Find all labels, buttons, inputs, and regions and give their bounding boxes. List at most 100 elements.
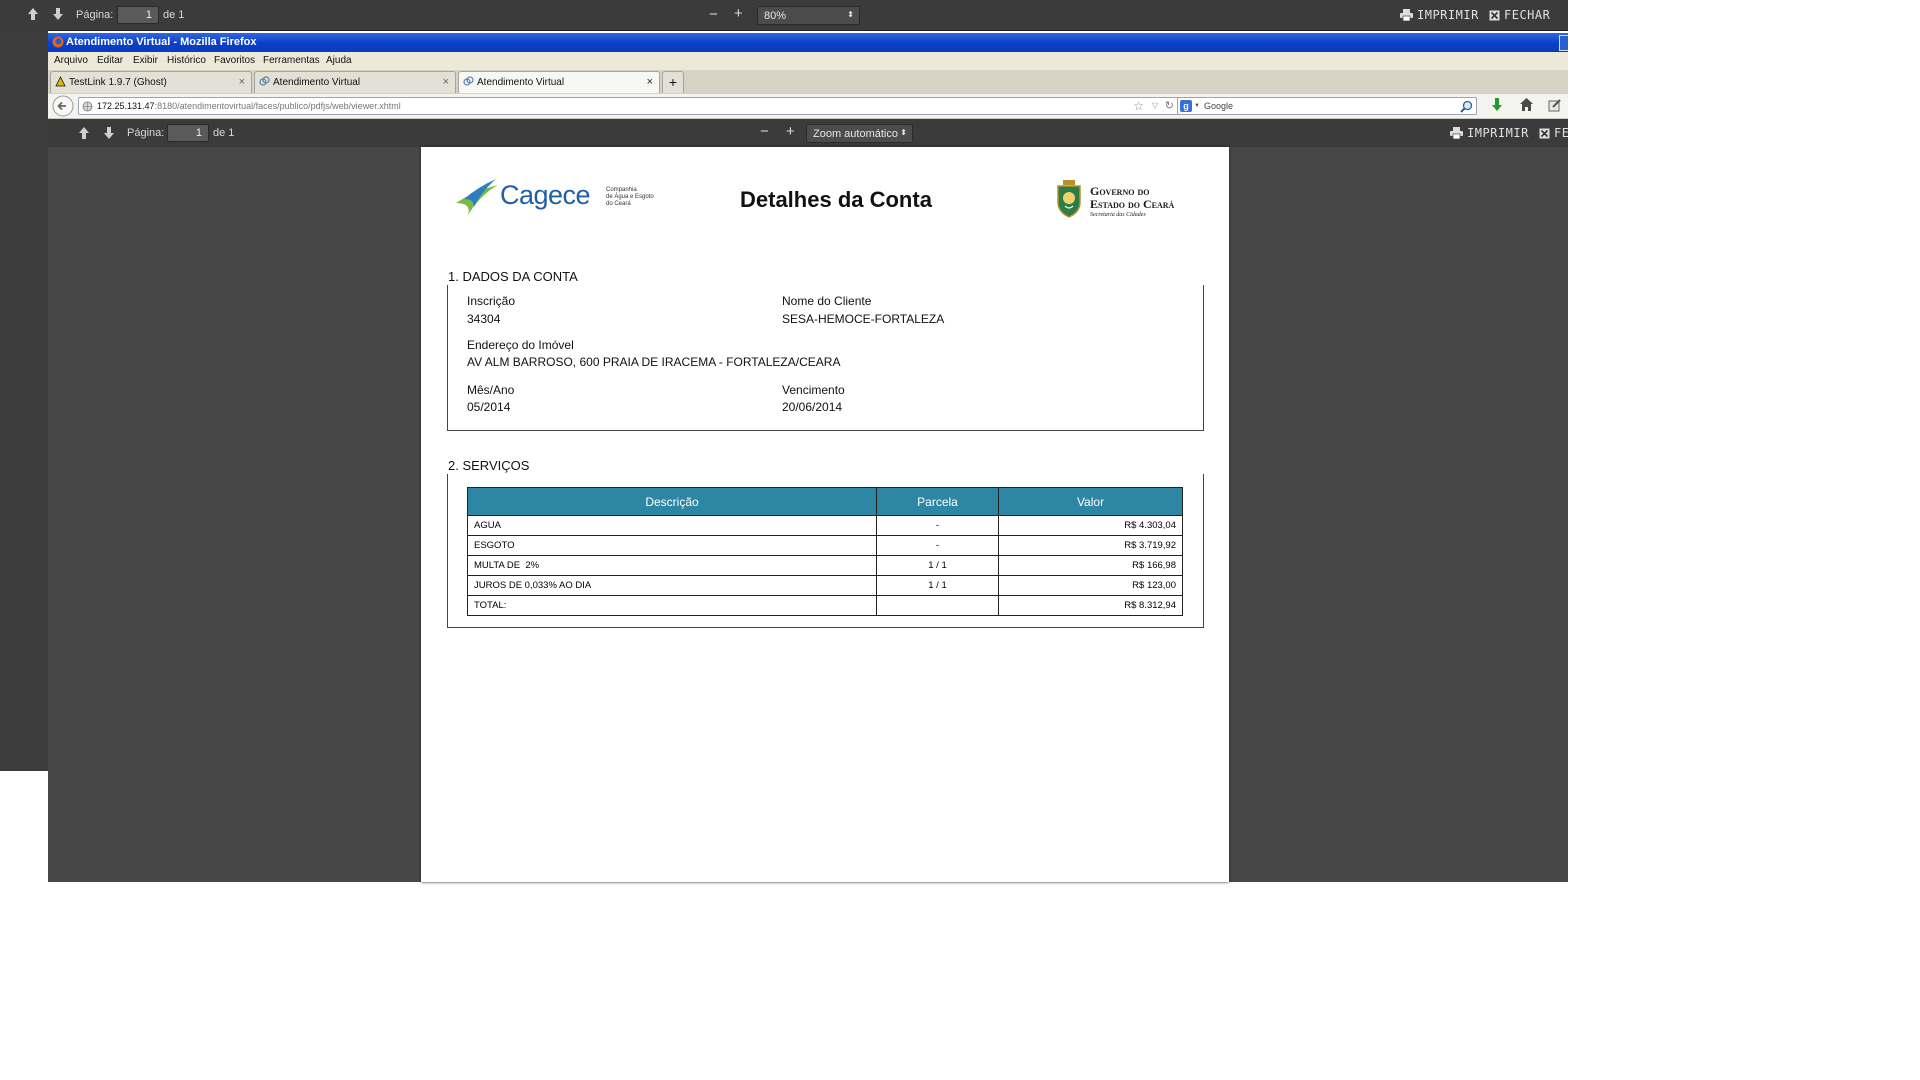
cagece-tagline-line: Companhia	[606, 187, 637, 193]
table-row: MULTA DE 2% 1 / 1 R$ 166,98	[467, 555, 1183, 576]
menu-ajuda[interactable]: Ajuda	[326, 55, 352, 66]
firefox-menubar: Arquivo Editar Exibir Histórico Favorito…	[48, 52, 1568, 71]
window-title: Atendimento Virtual - Mozilla Firefox	[66, 36, 257, 48]
tab-label: TestLink 1.9.7 (Ghost)	[69, 77, 167, 88]
cell-parcela: -	[876, 515, 999, 536]
zoom-out-icon[interactable]: −	[760, 124, 769, 139]
cell-valor: R$ 4.303,04	[998, 515, 1183, 536]
reload-icon[interactable]: ↻	[1165, 99, 1174, 112]
zoom-select[interactable]: 80% ⬍	[757, 6, 860, 25]
engine-dropdown-icon[interactable]: ▼	[1194, 103, 1200, 109]
table-row: JUROS DE 0,033% AO DIA 1 / 1 R$ 123,00	[467, 575, 1183, 596]
mesano-label: Mês/Ano	[467, 383, 515, 397]
page-label: Página:	[76, 9, 114, 21]
cagece-tagline-line: do Ceará	[606, 201, 631, 207]
print-label: IMPRIMIR	[1467, 126, 1529, 140]
menu-exibir[interactable]: Exibir	[133, 55, 158, 66]
page-label: Página:	[127, 127, 165, 139]
menu-favoritos[interactable]: Favoritos	[214, 55, 255, 66]
firefox-tabbar: TestLink 1.9.7 (Ghost) × Atendimento Vir…	[48, 70, 1568, 94]
tab-close-icon[interactable]: ×	[239, 76, 245, 88]
close-button[interactable]: FECHAR	[1489, 8, 1550, 22]
firefox-titlebar[interactable]: Atendimento Virtual - Mozilla Firefox	[48, 33, 1568, 52]
endereco-value: AV ALM BARROSO, 600 PRAIA DE IRACEMA - F…	[467, 355, 841, 369]
endereco-label: Endereço do Imóvel	[467, 338, 574, 352]
cell-descricao: TOTAL:	[467, 595, 877, 616]
cell-valor: R$ 3.719,92	[998, 535, 1183, 556]
menu-ferramentas[interactable]: Ferramentas	[263, 55, 320, 66]
cell-valor: R$ 123,00	[998, 575, 1183, 596]
table-row-total: TOTAL: R$ 8.312,94	[467, 595, 1183, 616]
close-button[interactable]: FE	[1539, 126, 1569, 140]
url-dropdown-icon[interactable]: ▽	[1152, 101, 1158, 110]
cagece-tagline-line: de Água e Esgoto	[606, 194, 654, 200]
cagece-logo-text: Cagece	[500, 180, 591, 210]
page-number-input[interactable]: 1	[167, 124, 209, 142]
link-favicon-icon	[463, 76, 474, 87]
download-icon[interactable]	[1490, 97, 1504, 113]
edit-toolbar-icon[interactable]	[1548, 98, 1562, 112]
page-count-label: de 1	[213, 127, 235, 139]
print-button[interactable]: IMPRIMIR	[1400, 8, 1479, 22]
home-icon[interactable]	[1519, 97, 1534, 112]
back-button-icon[interactable]	[52, 95, 74, 117]
page-up-arrow-icon[interactable]	[78, 126, 90, 140]
tab-close-icon[interactable]: ×	[647, 76, 653, 88]
bookmark-star-icon[interactable]: ☆	[1133, 99, 1144, 113]
link-favicon-icon	[259, 76, 270, 87]
zoom-out-icon[interactable]: −	[709, 7, 718, 22]
services-table: Descrição Parcela Valor AGUA - R$ 4.303,…	[467, 487, 1183, 616]
zoom-select[interactable]: Zoom automático ⬍	[806, 124, 913, 143]
governo-logo-text: Governo do Estado do Ceará Secretaria da…	[1090, 185, 1174, 219]
section2-title: 2. SERVIÇOS	[448, 458, 530, 473]
cell-descricao: JUROS DE 0,033% AO DIA	[467, 575, 877, 596]
zoom-select-value: 80%	[764, 10, 787, 22]
site-identity-icon[interactable]	[82, 101, 93, 112]
zoom-in-icon[interactable]: +	[786, 124, 795, 139]
tab-close-icon[interactable]: ×	[443, 76, 449, 88]
url-text: 172.25.131.47:8180/atendimentovirtual/fa…	[97, 101, 401, 111]
page-down-arrow-icon[interactable]	[103, 126, 115, 140]
header-parcela: Parcela	[876, 487, 999, 516]
cell-parcela	[876, 595, 999, 616]
tab-atendimento-1[interactable]: Atendimento Virtual ×	[254, 71, 456, 93]
outer-pdf-toolbar: Página: 1 de 1 − + 80% ⬍ IMPRIMIR FECHAR	[0, 0, 1568, 31]
cagece-swoosh-icon	[454, 177, 500, 219]
search-icon[interactable]	[1460, 100, 1473, 113]
menu-historico[interactable]: Histórico	[167, 55, 206, 66]
search-input[interactable]: Google	[1204, 101, 1233, 111]
menu-editar[interactable]: Editar	[97, 55, 123, 66]
zoom-select-value: Zoom automático	[813, 128, 898, 140]
inscricao-value: 34304	[467, 312, 501, 326]
document-title: Detalhes da Conta	[740, 187, 932, 212]
section1-title: 1. DADOS DA CONTA	[448, 269, 578, 284]
vencimento-value: 20/06/2014	[782, 400, 843, 414]
inscricao-label: Inscrição	[467, 294, 516, 308]
print-button[interactable]: IMPRIMIR	[1450, 126, 1529, 140]
cell-valor: R$ 8.312,94	[998, 595, 1183, 616]
close-label: FECHAR	[1504, 8, 1551, 22]
page-down-arrow-icon[interactable]	[52, 7, 64, 21]
new-tab-button[interactable]: +	[662, 71, 684, 93]
url-bar[interactable]: 172.25.131.47:8180/atendimentovirtual/fa…	[78, 97, 1193, 115]
tab-atendimento-active[interactable]: Atendimento Virtual ×	[458, 71, 660, 93]
cell-parcela: -	[876, 535, 999, 556]
mesano-value: 05/2014	[467, 400, 511, 414]
menu-arquivo[interactable]: Arquivo	[54, 55, 88, 66]
window-control-icon[interactable]	[1559, 35, 1568, 51]
inner-pdf-toolbar: Página: 1 de 1 − + Zoom automático ⬍ IMP…	[48, 119, 1569, 148]
print-label: IMPRIMIR	[1417, 8, 1479, 22]
table-header-row: Descrição Parcela Valor	[467, 487, 1183, 516]
page-up-arrow-icon[interactable]	[27, 7, 39, 21]
tab-testlink[interactable]: TestLink 1.9.7 (Ghost) ×	[50, 71, 252, 93]
zoom-in-icon[interactable]: +	[734, 6, 743, 21]
page-number-input[interactable]: 1	[117, 6, 159, 24]
search-bar[interactable]: g ▼ Google	[1177, 97, 1477, 115]
tab-label: Atendimento Virtual	[477, 77, 565, 88]
cell-descricao: ESGOTO	[467, 535, 877, 556]
header-valor: Valor	[998, 487, 1183, 516]
cell-parcela: 1 / 1	[876, 555, 999, 576]
url-path: :8180/atendimentovirtual/faces/publico/p…	[154, 101, 401, 111]
google-engine-icon[interactable]: g	[1180, 100, 1192, 112]
select-arrows-icon: ⬍	[847, 10, 854, 19]
